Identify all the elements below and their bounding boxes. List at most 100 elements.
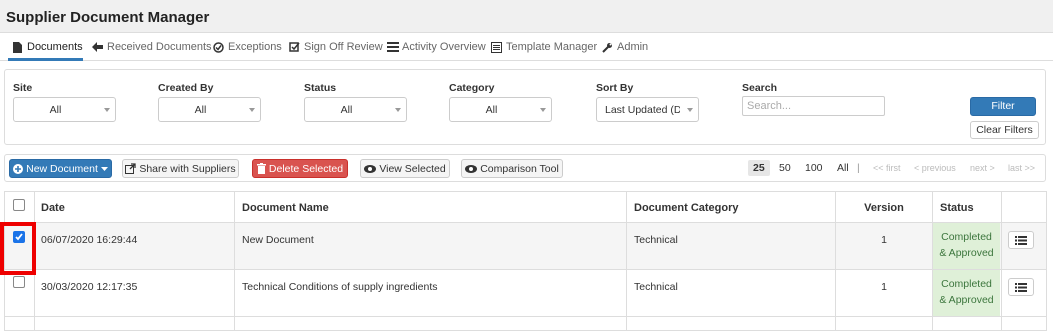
- row-document-name[interactable]: Technical Conditions of supply ingredien…: [242, 281, 438, 293]
- share-label: Share with Suppliers: [139, 162, 236, 175]
- row-menu-button[interactable]: [1008, 231, 1034, 249]
- select-all-checkbox[interactable]: [13, 199, 25, 211]
- category-select[interactable]: All: [449, 97, 552, 122]
- first-page-link[interactable]: << first: [873, 163, 901, 173]
- status-badge: Completed & Approved: [933, 270, 1000, 316]
- new-document-button[interactable]: New Document: [9, 159, 112, 178]
- new-document-label: New Document: [26, 162, 98, 175]
- list-icon: [1015, 235, 1027, 245]
- chevron-down-icon: [395, 108, 401, 112]
- delete-label: Delete Selected: [268, 162, 344, 175]
- sort-by-select[interactable]: Last Updated (Desc: [596, 97, 699, 122]
- created-by-select[interactable]: All: [158, 97, 261, 122]
- checkbox-icon: [288, 41, 301, 53]
- template-icon: [490, 41, 503, 53]
- last-page-link[interactable]: last >>: [1008, 163, 1035, 173]
- document-icon: [11, 41, 24, 53]
- wrench-icon: [601, 42, 614, 53]
- nav-label: Activity Overview: [402, 41, 486, 53]
- chevron-down-icon: [540, 108, 546, 112]
- category-label: Category: [449, 82, 495, 94]
- clear-filters-button[interactable]: Clear Filters: [970, 121, 1039, 139]
- status-badge: Completed & Approved: [933, 223, 1000, 269]
- nav-label: Received Documents: [107, 41, 212, 53]
- site-label: Site: [13, 82, 33, 94]
- site-value: All: [49, 104, 62, 116]
- eye-icon: [465, 164, 478, 173]
- chevron-down-icon: [687, 108, 693, 112]
- app-title: Supplier Document Manager: [6, 9, 210, 26]
- list-icon: [386, 42, 399, 52]
- sort-by-label: Sort By: [596, 82, 634, 94]
- chevron-down-icon: [249, 108, 255, 112]
- row-category: Technical: [634, 234, 678, 246]
- status-line-1: Completed: [941, 231, 992, 243]
- nav-admin[interactable]: Admin: [601, 39, 648, 55]
- column-header-date[interactable]: Date: [41, 202, 65, 214]
- status-label: Status: [304, 82, 337, 94]
- documents-table: Date Document Name Document Category Ver…: [4, 191, 1047, 331]
- filter-panel: Site All Created By All Status All Categ…: [4, 69, 1046, 145]
- nav-documents[interactable]: Documents: [11, 39, 83, 55]
- column-header-version[interactable]: Version: [836, 202, 932, 214]
- delete-selected-button[interactable]: Delete Selected: [252, 159, 348, 178]
- row-checkbox[interactable]: [13, 276, 25, 288]
- created-by-value: All: [194, 104, 207, 116]
- page-size-50[interactable]: 50: [779, 162, 791, 174]
- search-label: Search: [742, 82, 778, 94]
- view-selected-button[interactable]: View Selected: [360, 159, 450, 178]
- status-select[interactable]: All: [304, 97, 407, 122]
- filter-button[interactable]: Filter: [970, 97, 1036, 116]
- list-icon: [1015, 282, 1027, 292]
- row-date: 30/03/2020 12:17:35: [41, 281, 138, 293]
- nav-label: Admin: [617, 41, 649, 53]
- arrow-left-icon: [91, 42, 104, 52]
- page-size-all[interactable]: All: [837, 162, 849, 174]
- table-row-selected-bg: [5, 223, 1046, 269]
- row-category: Technical: [634, 281, 678, 293]
- eye-icon: [364, 164, 377, 173]
- nav-template-manager[interactable]: Template Manager: [490, 39, 597, 55]
- share-with-suppliers-button[interactable]: Share with Suppliers: [122, 159, 239, 178]
- column-header-document-name[interactable]: Document Name: [242, 202, 329, 214]
- column-header-status[interactable]: Status: [940, 202, 974, 214]
- pagination-separator: |: [857, 162, 860, 174]
- next-page-link[interactable]: next >: [970, 163, 995, 173]
- nav-exceptions[interactable]: Exceptions: [212, 39, 282, 55]
- title-bar: Supplier Document Manager: [0, 0, 1053, 33]
- check-circle-icon: [212, 41, 225, 53]
- category-value: All: [485, 104, 498, 116]
- status-line-2: & Approved: [939, 247, 994, 259]
- comparison-label: Comparison Tool: [480, 162, 559, 175]
- nav-activity-overview[interactable]: Activity Overview: [386, 39, 486, 55]
- row-document-name[interactable]: New Document: [242, 234, 314, 246]
- trash-icon: [256, 163, 266, 174]
- active-tab-indicator: [8, 58, 83, 61]
- chevron-down-icon: [100, 163, 108, 175]
- page-size-100[interactable]: 100: [805, 162, 823, 174]
- column-header-document-category[interactable]: Document Category: [634, 202, 739, 214]
- previous-page-link[interactable]: < previous: [914, 163, 956, 173]
- document-toolbar: New Document Share with Suppliers Delete…: [4, 154, 1046, 182]
- view-label: View Selected: [379, 162, 446, 175]
- highlight-annotation: [0, 222, 36, 275]
- page-size-25[interactable]: 25: [748, 160, 770, 176]
- plus-circle-icon: [13, 163, 24, 174]
- nav-label: Exceptions: [228, 41, 282, 53]
- share-icon: [125, 163, 136, 174]
- nav-label: Template Manager: [506, 41, 598, 53]
- row-date: 06/07/2020 16:29:44: [41, 234, 138, 246]
- row-version: 1: [881, 281, 887, 293]
- comparison-tool-button[interactable]: Comparison Tool: [461, 159, 563, 178]
- chevron-down-icon: [104, 108, 110, 112]
- status-line-1: Completed: [941, 278, 992, 290]
- nav-label: Sign Off Review: [304, 41, 383, 53]
- row-menu-button[interactable]: [1008, 278, 1034, 296]
- nav-received-documents[interactable]: Received Documents: [91, 39, 212, 55]
- search-input[interactable]: Search...: [742, 96, 885, 116]
- nav-label: Documents: [27, 41, 83, 53]
- status-value: All: [340, 104, 353, 116]
- row-version: 1: [881, 234, 887, 246]
- nav-sign-off-review[interactable]: Sign Off Review: [288, 39, 383, 55]
- site-select[interactable]: All: [13, 97, 116, 122]
